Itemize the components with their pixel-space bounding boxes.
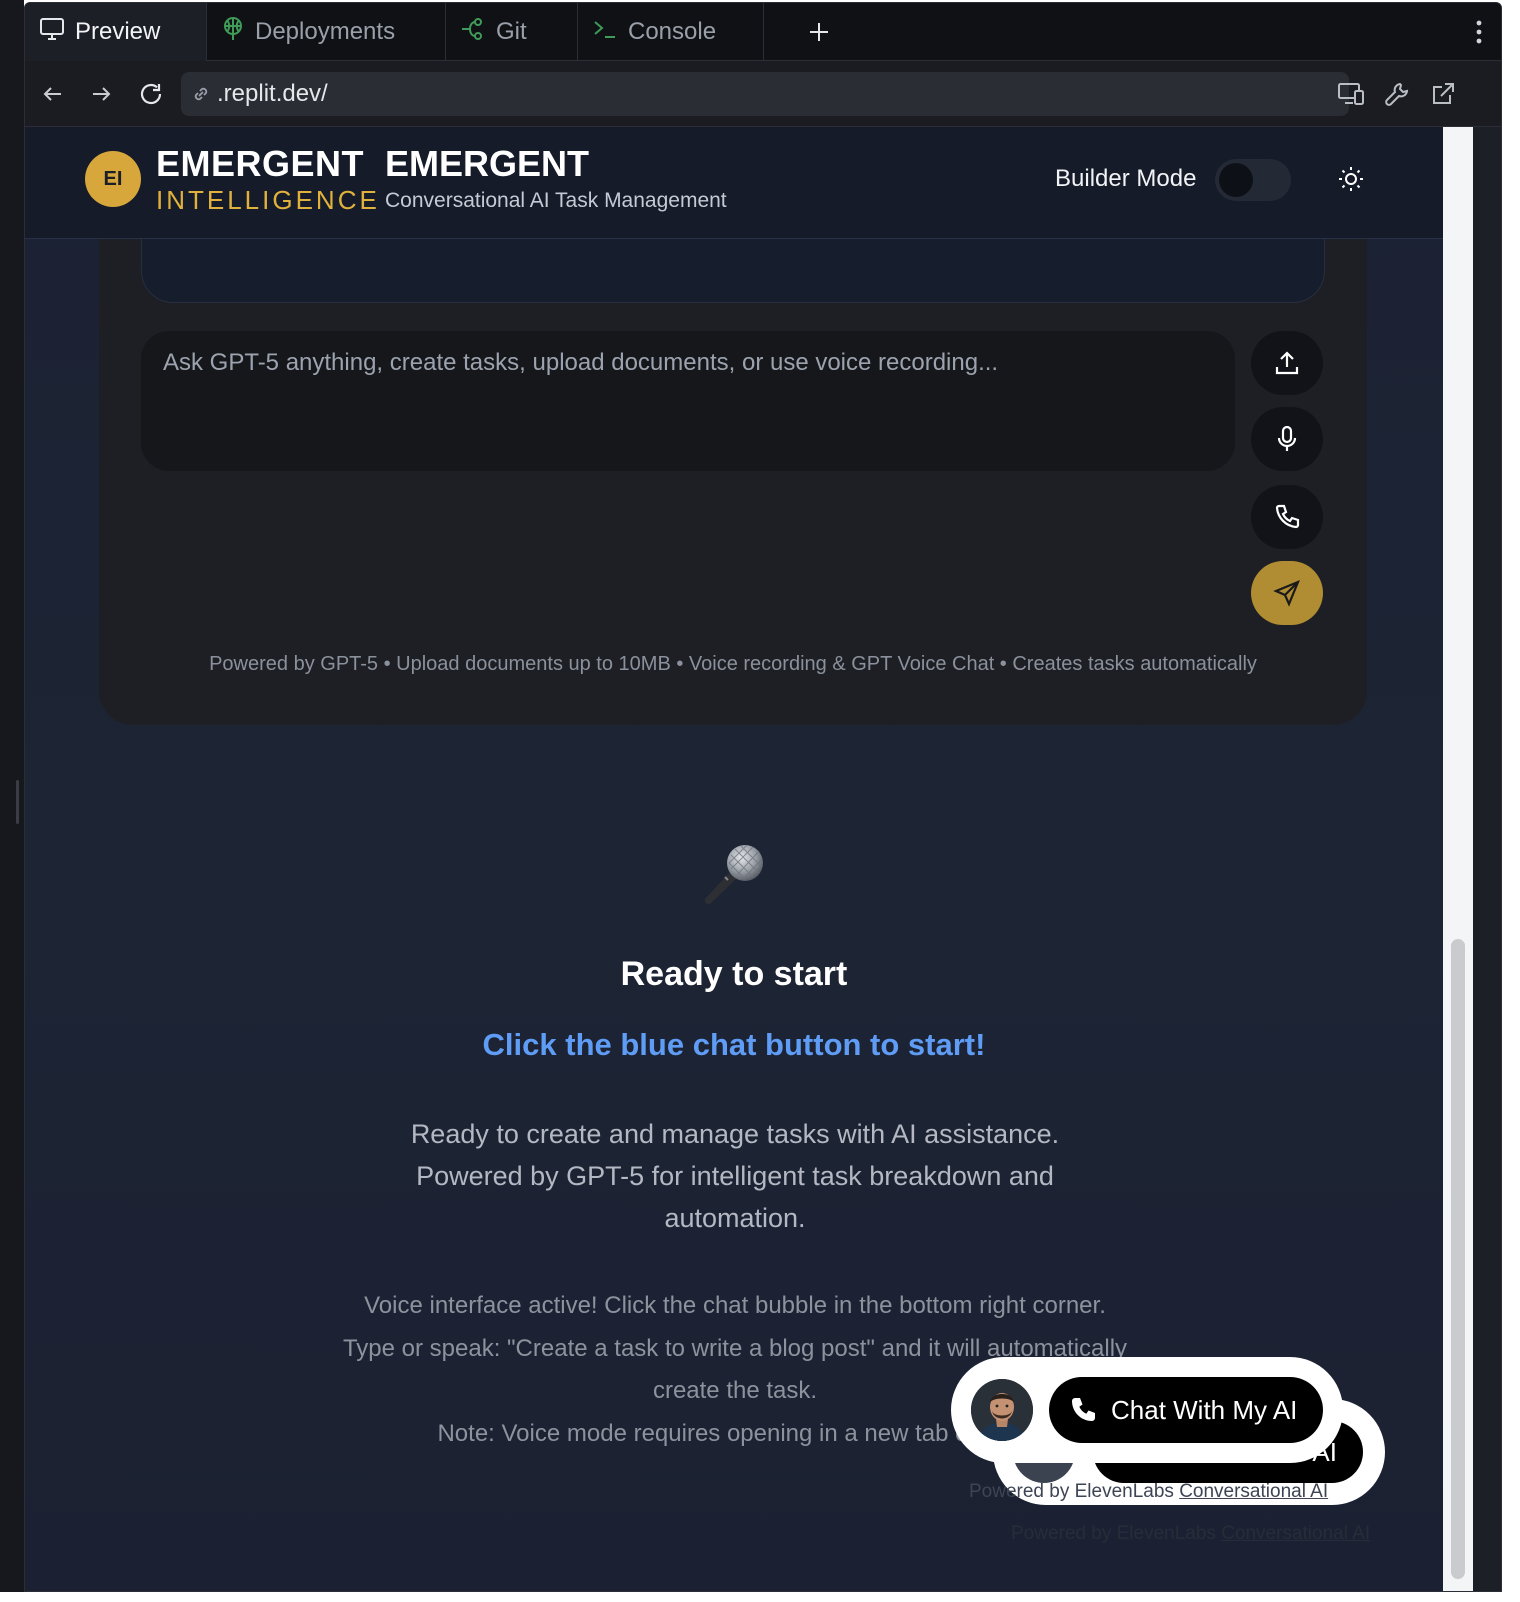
empty-state-title: Ready to start <box>620 955 848 993</box>
phone-icon <box>1072 1398 1095 1421</box>
send-button[interactable] <box>1251 561 1323 625</box>
agent-avatar <box>971 1379 1033 1441</box>
page-subtitle: Conversational AI Task Management <box>385 189 727 212</box>
preview-window: Preview Deployments Git Console .replit.… <box>24 2 1502 1592</box>
resize-handle[interactable] <box>16 780 19 824</box>
wrench-icon <box>1385 82 1409 106</box>
devtools-button[interactable] <box>1379 76 1415 112</box>
plus-icon <box>810 23 828 41</box>
scrollbar[interactable] <box>1443 127 1473 1591</box>
tab-label: Deployments <box>255 18 396 45</box>
voice-call-button[interactable] <box>1251 485 1323 549</box>
builder-mode-toggle[interactable] <box>1215 159 1291 201</box>
more-options-button[interactable] <box>1475 3 1483 61</box>
credit-link[interactable]: Conversational AI <box>1179 1481 1328 1502</box>
upload-button[interactable] <box>1251 331 1323 395</box>
devices-icon <box>1338 83 1364 105</box>
tab-bar: Preview Deployments Git Console <box>25 3 1501 61</box>
url-text: .replit.dev/ <box>217 80 328 107</box>
empty-state-cta: Click the blue chat button to start! <box>482 1027 986 1062</box>
upload-icon <box>1275 351 1299 375</box>
tab-preview[interactable]: Preview <box>25 3 207 61</box>
chat-with-ai-button[interactable]: Chat With My AI <box>1049 1377 1323 1443</box>
tab-git[interactable]: Git <box>446 3 578 61</box>
app-viewport: Ask GPT-5 anything, create tasks, upload… <box>25 127 1443 1591</box>
elevenlabs-credit: Powered by ElevenLabs Conversational AI <box>969 1481 1328 1503</box>
forward-button[interactable] <box>83 76 119 112</box>
theme-toggle-button[interactable] <box>1333 161 1369 197</box>
arrow-right-icon <box>93 87 111 101</box>
back-button[interactable] <box>35 76 71 112</box>
tab-console[interactable]: Console <box>578 3 764 61</box>
credit-link[interactable]: Conversational AI <box>1221 1523 1370 1544</box>
send-icon <box>1273 579 1301 607</box>
chat-footnote: Powered by GPT-5 • Upload documents up t… <box>209 653 1257 675</box>
voice-note-1: Voice interface active! Click the chat b… <box>364 1292 1106 1319</box>
tab-deployments[interactable]: Deployments <box>207 3 446 61</box>
kebab-menu-icon <box>1476 20 1482 44</box>
arrow-left-icon <box>43 87 61 101</box>
tab-label: Git <box>496 18 527 45</box>
chat-input-placeholder: Ask GPT-5 anything, create tasks, upload… <box>163 349 999 376</box>
toggle-knob <box>1219 163 1253 197</box>
new-tab-button[interactable] <box>795 3 843 61</box>
external-link-icon <box>1433 83 1454 104</box>
devices-button[interactable] <box>1333 76 1369 112</box>
reload-button[interactable] <box>133 76 169 112</box>
voice-record-button[interactable] <box>1251 407 1323 471</box>
refresh-icon <box>140 83 162 105</box>
tab-label: Console <box>628 18 717 45</box>
chat-input[interactable]: Ask GPT-5 anything, create tasks, upload… <box>141 331 1235 471</box>
voice-widget: Chat With My AI <box>951 1357 1343 1463</box>
microphone-icon <box>1277 425 1297 451</box>
url-field[interactable]: .replit.dev/ <box>181 72 1349 116</box>
git-branch-icon <box>460 17 486 48</box>
app-header: EI EMERGENT INTELLIGENCE EMERGENT Conver… <box>25 127 1443 239</box>
microphone-emoji-icon <box>695 833 775 913</box>
builder-mode-label: Builder Mode <box>1055 165 1197 192</box>
chat-card: Ask GPT-5 anything, create tasks, upload… <box>99 187 1367 725</box>
terminal-icon <box>592 17 618 48</box>
brand-tagline: INTELLIGENCE <box>156 185 380 215</box>
empty-state-description: Ready to create and manage tasks with AI… <box>410 1119 1060 1233</box>
left-panel-edge <box>0 0 24 1602</box>
sun-icon <box>1339 167 1363 191</box>
browser-toolbar: .replit.dev/ <box>25 61 1501 127</box>
page-title: EMERGENT <box>385 143 590 184</box>
credit-text: Powered by ElevenLabs <box>1011 1523 1222 1544</box>
monitor-icon <box>39 17 65 48</box>
brand-name: EMERGENT <box>156 143 365 184</box>
window-bottom-edge <box>0 1592 1520 1602</box>
deployments-icon <box>221 16 245 49</box>
phone-icon <box>1275 504 1300 529</box>
scrollbar-thumb[interactable] <box>1451 939 1465 1579</box>
elevenlabs-credit-duplicate: Powered by ElevenLabs Conversational AI <box>1011 1523 1370 1545</box>
logo-badge: EI <box>85 151 141 207</box>
chat-with-ai-label: Chat With My AI <box>1111 1394 1298 1425</box>
tab-label: Preview <box>75 18 161 45</box>
link-icon <box>194 87 208 101</box>
open-new-tab-button[interactable] <box>1425 76 1461 112</box>
credit-text: Powered by ElevenLabs <box>969 1481 1180 1502</box>
